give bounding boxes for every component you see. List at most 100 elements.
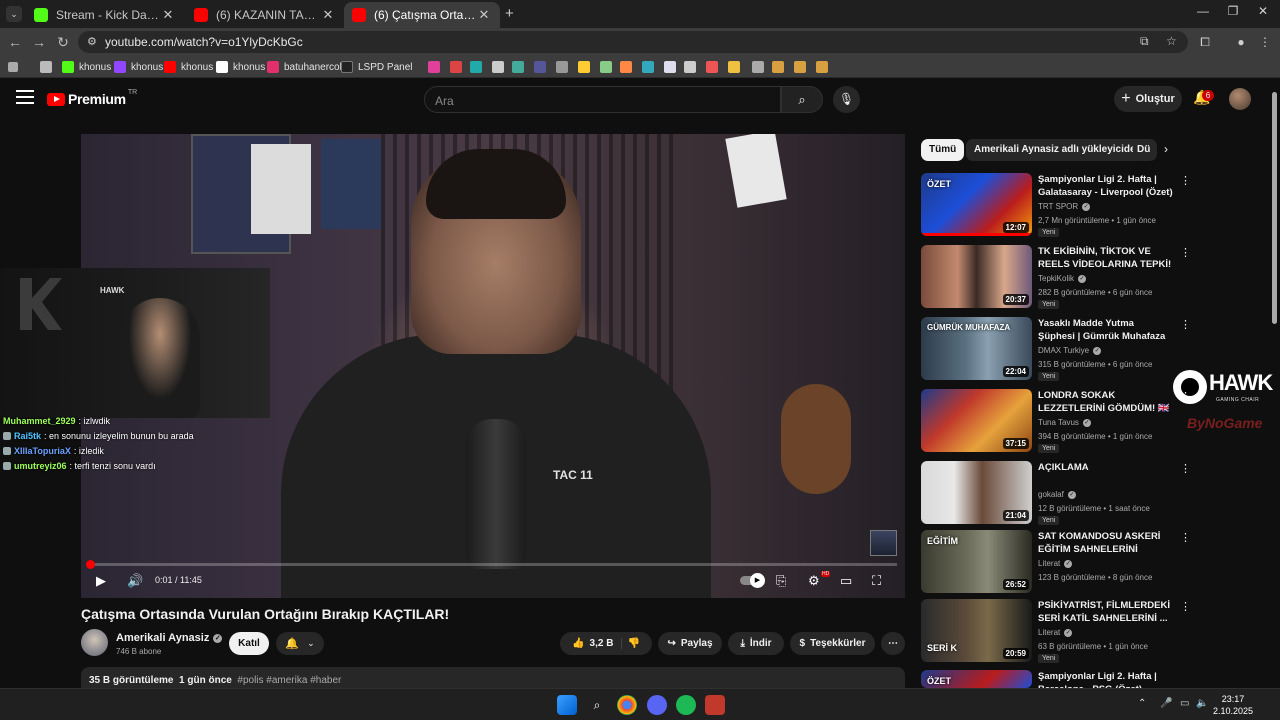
voice-search-button[interactable]: 🎙: [833, 86, 860, 113]
like-button[interactable]: 👍 3,2 B: [572, 638, 623, 649]
site-info-icon[interactable]: ⚙: [87, 35, 97, 48]
download-button[interactable]: ⤓ İndir: [728, 632, 784, 655]
play-button[interactable]: ▶: [96, 572, 106, 590]
chip-related[interactable]: Dü: [1133, 139, 1157, 161]
bookmark-instagram[interactable]: batuhanercok: [267, 59, 345, 75]
bookmark-shortcut[interactable]: [816, 59, 833, 75]
video-thumbnail[interactable]: 37:15: [921, 389, 1032, 452]
channel-avatar[interactable]: [81, 629, 108, 656]
network-icon[interactable]: ▭: [1180, 698, 1189, 709]
bookmark-shortcut[interactable]: [620, 59, 637, 75]
minimize-icon[interactable]: —: [1188, 4, 1218, 24]
profile-icon[interactable]: ●: [1232, 33, 1250, 51]
scrubber-handle[interactable]: [86, 560, 95, 569]
recommendation-item[interactable]: 37:15 LONDRA SOKAK LEZZETLERİNİ GÖMDÜM! 🇬…: [921, 389, 1191, 453]
account-avatar[interactable]: [1229, 88, 1251, 110]
hashtags[interactable]: #polis #amerika #haber: [237, 675, 341, 686]
bookmark-lspd[interactable]: LSPD Panel: [341, 59, 412, 75]
back-icon[interactable]: ←: [6, 33, 24, 51]
more-vertical-icon[interactable]: ⋮: [1180, 318, 1191, 331]
bookmark-shortcut[interactable]: [556, 59, 573, 75]
video-thumbnail[interactable]: 20:37: [921, 245, 1032, 308]
recommendation-channel[interactable]: Literat ✓: [1038, 628, 1073, 637]
system-clock[interactable]: 23:17 2.10.2025: [1210, 693, 1256, 717]
bookmark-star-icon[interactable]: ☆: [1166, 34, 1177, 48]
restore-icon[interactable]: ❐: [1218, 4, 1248, 24]
more-vertical-icon[interactable]: ⋮: [1180, 390, 1191, 403]
bookmark-shortcut[interactable]: [450, 59, 467, 75]
chrome-icon[interactable]: [617, 695, 637, 715]
bookmark-x[interactable]: khonus: [216, 59, 265, 75]
video-thumbnail[interactable]: SERİ K 20:59: [921, 599, 1032, 662]
close-window-icon[interactable]: ✕: [1248, 4, 1278, 24]
close-tab-icon[interactable]: ✕: [320, 7, 336, 23]
recommendation-channel[interactable]: Tuna Tavus ✓: [1038, 418, 1091, 427]
recommendation-channel[interactable]: DMAX Turkiye ✓: [1038, 346, 1102, 355]
bookmark-kick[interactable]: khonus: [62, 59, 111, 75]
pip-thumbnail[interactable]: [870, 530, 897, 556]
windows-start-icon[interactable]: [557, 695, 577, 715]
youtube-premium-logo[interactable]: Premium TR: [47, 89, 137, 107]
tab-youtube-1[interactable]: (6) KAZANIN TAM ORTASINDA ✕: [186, 2, 344, 28]
recommendation-item[interactable]: ÖZETŞampiyonlar Ligi 2. Hafta | Barcelon…: [921, 670, 1191, 695]
recommendation-title[interactable]: LONDRA SOKAK LEZZETLERİNİ GÖMDÜM! 🇬🇧: [1038, 389, 1173, 415]
video-thumbnail[interactable]: GÜMRÜK MUHAFAZA 22:04: [921, 317, 1032, 380]
video-thumbnail[interactable]: ÖZET: [921, 670, 1032, 688]
more-vertical-icon[interactable]: ⋮: [1180, 462, 1191, 475]
taskbar-app-icon[interactable]: [705, 695, 725, 715]
cast-icon[interactable]: ⧉: [1140, 34, 1149, 49]
recommendation-channel[interactable]: Literat ✓: [1038, 559, 1073, 568]
bookmark-shortcut[interactable]: [684, 59, 701, 75]
recommendation-channel[interactable]: gokalaf ✓: [1038, 490, 1076, 499]
tab-search-button[interactable]: ⌄: [6, 6, 22, 22]
recommendation-title[interactable]: PSİKİYATRİST, FİLMLERDEKİ SERİ KATİL SAH…: [1038, 599, 1173, 625]
search-input[interactable]: Ara: [424, 86, 781, 113]
recommendation-title[interactable]: Yasaklı Madde Yutma Şüphesi | Gümrük Muh…: [1038, 317, 1173, 343]
chip-all[interactable]: Tümü: [921, 139, 965, 161]
reload-icon[interactable]: ↻: [54, 33, 72, 51]
video-thumbnail[interactable]: EĞİTİM 26:52: [921, 530, 1032, 593]
bookmark-youtube[interactable]: khonus: [164, 59, 213, 75]
chevron-right-icon[interactable]: ›: [1164, 142, 1168, 156]
recommendation-item[interactable]: SERİ K 20:59 PSİKİYATRİST, FİLMLERDEKİ SER…: [921, 599, 1191, 663]
fullscreen-button[interactable]: ⛶: [872, 572, 881, 590]
chip-from-uploader[interactable]: Amerikali Aynasiz adlı yükleyiciden: [966, 139, 1150, 161]
tray-overflow-icon[interactable]: ⌃: [1138, 698, 1146, 709]
recommendation-channel[interactable]: TRT SPOR ✓: [1038, 202, 1091, 211]
theater-mode-button[interactable]: ▭: [840, 572, 852, 590]
bookmark-twitch[interactable]: khonus: [114, 59, 163, 75]
bookmark-shortcut[interactable]: [794, 59, 811, 75]
recommendation-title[interactable]: AÇIKLAMA: [1038, 461, 1173, 474]
tray-mic-icon[interactable]: 🎤: [1160, 698, 1172, 709]
autoplay-toggle[interactable]: ▶: [740, 573, 765, 588]
create-button[interactable]: + Oluştur: [1114, 86, 1182, 112]
bookmark-shortcut[interactable]: [600, 59, 617, 75]
recommendation-title[interactable]: TK EKİBİNİN, TİKTOK VE REELS VİDEOLARINA…: [1038, 245, 1173, 271]
bookmark-shortcut[interactable]: [512, 59, 529, 75]
address-bar[interactable]: ⚙ youtube.com/watch?v=o1YlyDcKbGc ⧉ ☆: [78, 31, 1188, 53]
progress-bar[interactable]: [89, 563, 897, 566]
volume-tray-icon[interactable]: 🔈: [1196, 698, 1208, 709]
more-vertical-icon[interactable]: ⋮: [1180, 531, 1191, 544]
bookmark-folder[interactable]: [40, 59, 57, 75]
more-vertical-icon[interactable]: ⋮: [1180, 246, 1191, 259]
bookmark-shortcut[interactable]: [470, 59, 487, 75]
close-tab-icon[interactable]: ✕: [476, 7, 492, 23]
recommendation-item[interactable]: EĞİTİM 26:52 SAT KOMANDOSU ASKERİ EĞİTİM S…: [921, 530, 1191, 594]
recommendation-item[interactable]: 21:04 AÇIKLAMA gokalaf ✓ 12 B görüntüleme • …: [921, 461, 1191, 525]
recommendation-title[interactable]: SAT KOMANDOSU ASKERİ EĞİTİM SAHNELERİNİ …: [1038, 530, 1173, 556]
scrollbar[interactable]: [1271, 92, 1278, 324]
taskbar-search-icon[interactable]: ⌕: [587, 695, 607, 715]
more-vertical-icon[interactable]: ⋮: [1180, 174, 1191, 187]
video-thumbnail[interactable]: ÖZET 12:07: [921, 173, 1032, 236]
recommendation-channel[interactable]: TepkiKolik ✓: [1038, 274, 1087, 283]
close-tab-icon[interactable]: ✕: [160, 7, 176, 23]
thanks-button[interactable]: $ Teşekkürler: [790, 632, 875, 655]
subscription-bell-button[interactable]: 🔔 ⌄: [276, 632, 324, 655]
bookmark-shortcut[interactable]: [706, 59, 723, 75]
hamburger-menu-icon[interactable]: [16, 90, 34, 104]
apps-icon[interactable]: [8, 59, 23, 75]
tab-kick-dashboard[interactable]: Stream - Kick Dashboard ✕: [26, 2, 184, 28]
bookmark-shortcut[interactable]: [492, 59, 509, 75]
settings-button[interactable]: ⚙: [808, 572, 820, 590]
